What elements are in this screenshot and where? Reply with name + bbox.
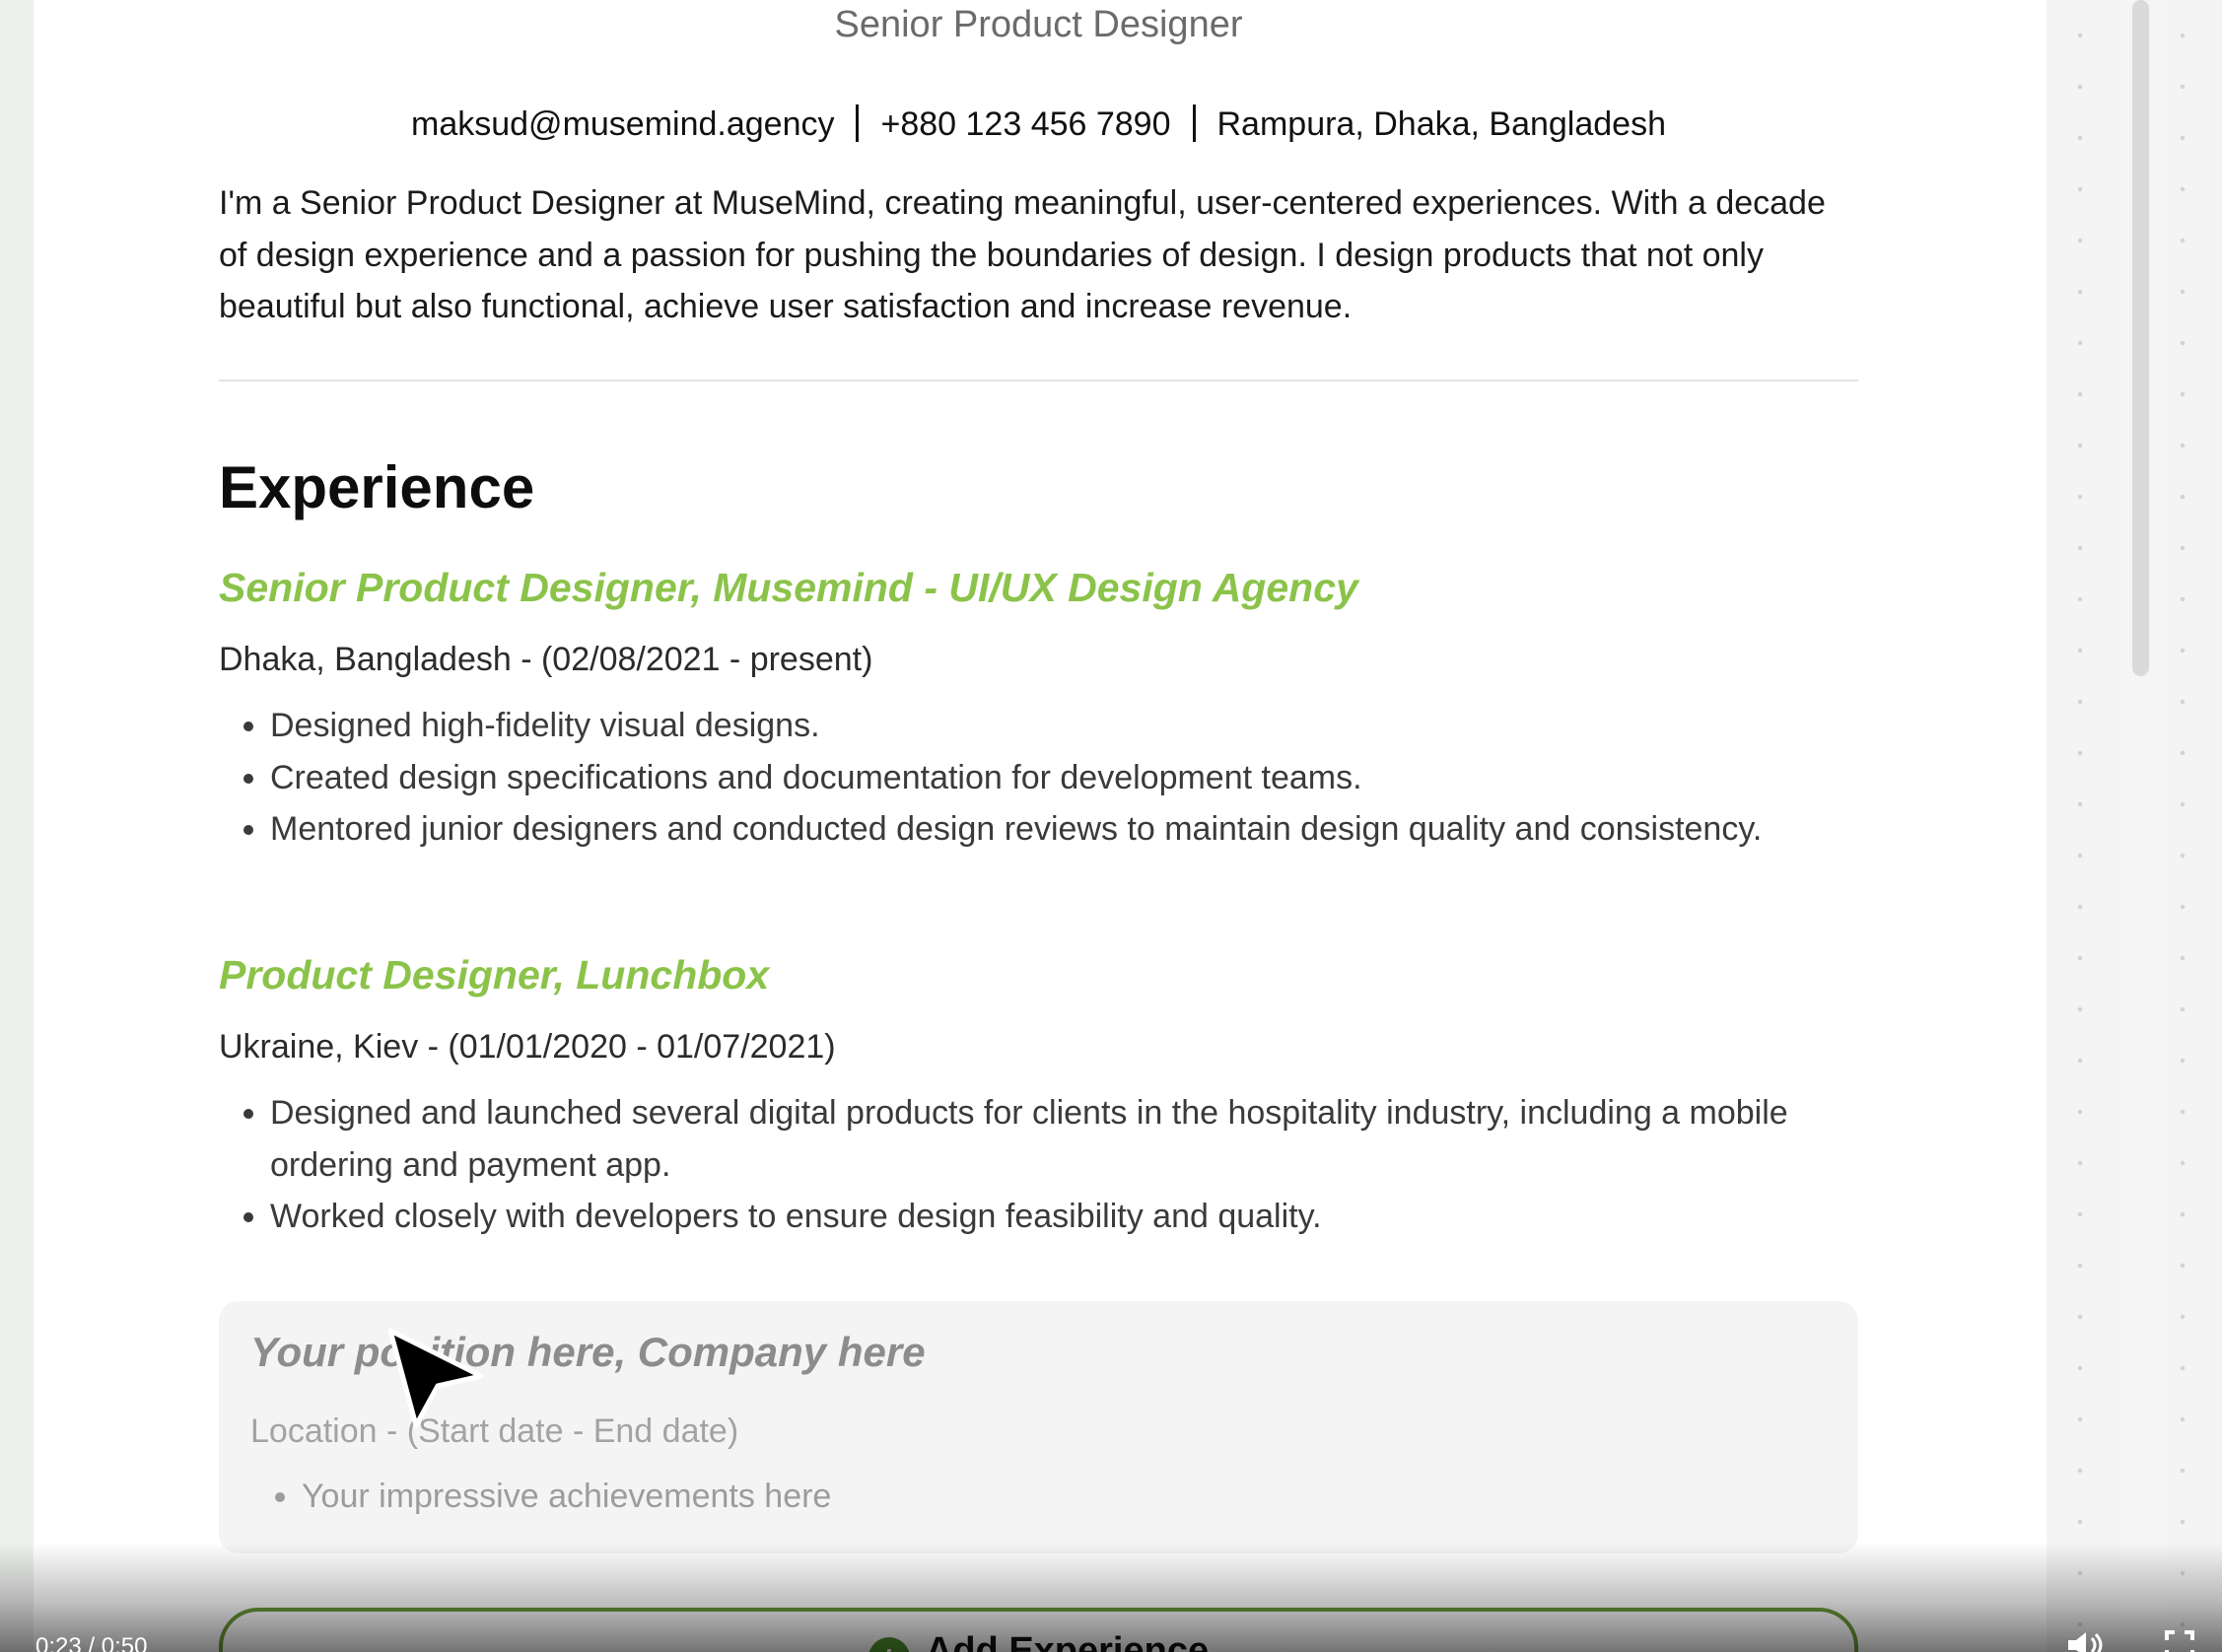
summary-text[interactable]: I'm a Senior Product Designer at MuseMin… — [219, 177, 1858, 333]
experience-bullet[interactable]: Mentored junior designers and conducted … — [270, 803, 1858, 856]
contact-phone[interactable]: +880 123 456 7890 — [880, 105, 1170, 143]
section-divider — [219, 379, 1858, 381]
experience-item[interactable]: Product Designer, Lunchbox Ukraine, Kiev… — [219, 945, 1858, 1243]
contact-line: maksud@musemind.agency +880 123 456 7890 R… — [219, 99, 1858, 150]
contact-email[interactable]: maksud@musemind.agency — [411, 105, 834, 143]
experience-bullet[interactable]: Worked closely with developers to ensure… — [270, 1191, 1858, 1243]
canvas-left — [0, 0, 34, 1652]
experience-heading[interactable]: Experience — [219, 448, 534, 527]
experience-item[interactable]: Senior Product Designer, Musemind - UI/U… — [219, 558, 1858, 856]
placeholder-achievement[interactable]: Your impressive achievements here — [302, 1471, 831, 1522]
placeholder-position-title[interactable]: Your position here, Company here — [250, 1323, 926, 1382]
app-window: Senior Product Designer maksud@musemind.… — [0, 0, 2222, 1652]
video-timestamp: 0:23 / 0:50 — [35, 1633, 148, 1652]
contact-separator — [1192, 104, 1196, 142]
contact-separator — [856, 104, 860, 142]
add-experience-label: Add Experience — [925, 1630, 1210, 1652]
experience-item-title[interactable]: Senior Product Designer, Musemind - UI/U… — [219, 558, 1858, 617]
experience-bullet[interactable]: Designed and launched several digital pr… — [270, 1087, 1858, 1191]
experience-item-title[interactable]: Product Designer, Lunchbox — [219, 945, 1858, 1004]
experience-item-bullets: Designed and launched several digital pr… — [219, 1087, 1858, 1243]
fullscreen-icon[interactable] — [2165, 1630, 2194, 1652]
experience-item-bullets: Designed high-fidelity visual designs. C… — [219, 700, 1858, 856]
volume-icon[interactable] — [2066, 1630, 2106, 1652]
add-experience-button[interactable]: + Add Experience — [219, 1608, 1858, 1652]
experience-item-meta[interactable]: Ukraine, Kiev - (01/01/2020 - 01/07/2021… — [219, 1022, 1858, 1071]
experience-item-meta[interactable]: Dhaka, Bangladesh - (02/08/2021 - presen… — [219, 635, 1858, 684]
scrollbar-thumb[interactable] — [2132, 0, 2149, 676]
experience-bullet[interactable]: Created design specifications and docume… — [270, 752, 1858, 804]
plus-circle-icon: + — [868, 1637, 910, 1652]
placeholder-bullets: Your impressive achievements here — [250, 1471, 831, 1522]
resume-job-title[interactable]: Senior Product Designer — [219, 0, 1858, 49]
contact-location[interactable]: Rampura, Dhaka, Bangladesh — [1217, 105, 1667, 143]
placeholder-location-dates[interactable]: Location - (Start date - End date) — [250, 1407, 738, 1456]
mouse-cursor-icon — [387, 1328, 484, 1428]
experience-bullet[interactable]: Designed high-fidelity visual designs. — [270, 700, 1858, 752]
